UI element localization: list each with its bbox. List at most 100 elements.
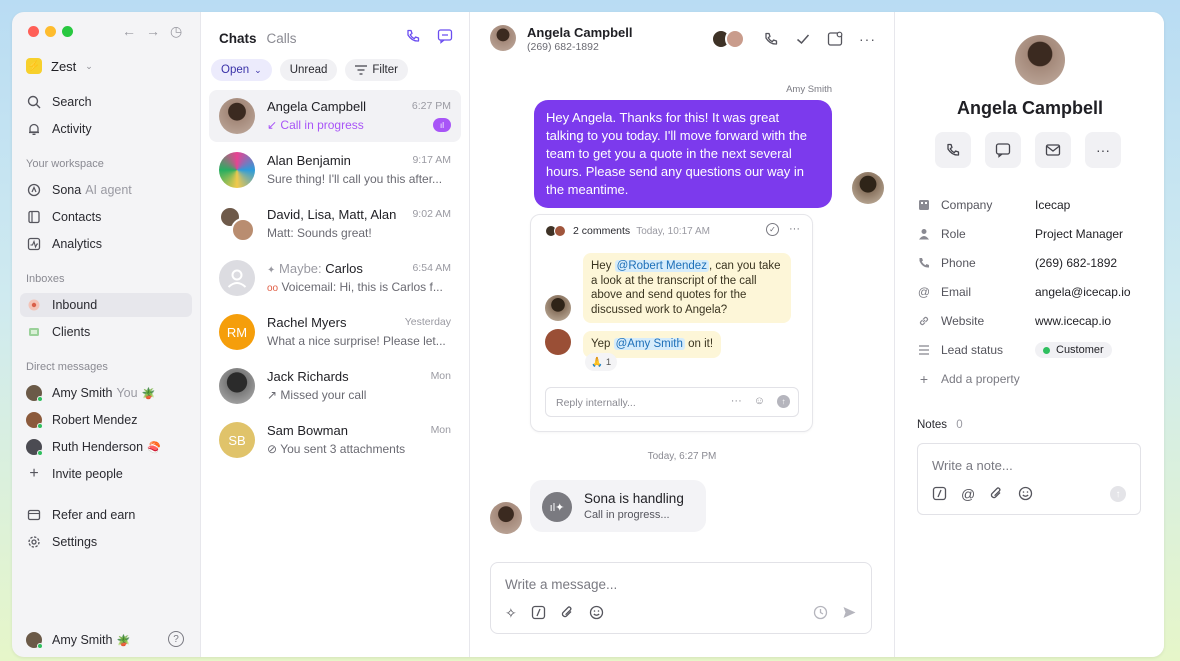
new-message-icon[interactable] (437, 28, 453, 44)
sidebar-item-label: Analytics (52, 237, 103, 251)
chat-row-jack-richards[interactable]: Jack Richards Mon ↗ Missed your call (209, 360, 461, 412)
note-send-icon[interactable]: ↑ (1110, 486, 1126, 502)
message-composer[interactable]: Write a message... ✧ (490, 562, 872, 634)
reply-more-icon[interactable]: ··· (731, 395, 742, 408)
chat-row-rachel-myers[interactable]: RM Rachel Myers Yesterday What a nice su… (209, 306, 461, 358)
sona-status-card[interactable]: ıl✦ Sona is handling Call in progress... (530, 480, 706, 532)
side-panel-icon[interactable] (827, 31, 843, 47)
unread-filter-chip[interactable]: Unread (279, 59, 338, 81)
settings-link[interactable]: Settings (20, 530, 192, 554)
workspace-switcher[interactable]: ⚡ Zest ⌄ (26, 58, 93, 74)
ai-sparkle-icon[interactable]: ✧ (505, 605, 517, 622)
mention-link[interactable]: @Amy Smith (613, 338, 685, 350)
current-user-menu[interactable]: Amy Smith 🪴 (20, 628, 192, 652)
avatar[interactable] (490, 25, 516, 51)
history-clock-icon[interactable]: ◷ (170, 23, 182, 40)
reply-internally-input[interactable]: Reply internally... ··· ☺ ↑ (545, 387, 799, 417)
emoji-icon[interactable] (589, 605, 604, 622)
mention-at-icon[interactable]: @ (961, 486, 975, 502)
paperclip-icon: ⊘ (267, 442, 278, 456)
contact-name[interactable]: Angela Campbell (527, 25, 632, 40)
chat-preview: What a nice surprise! Please let... (267, 334, 446, 348)
notes-header: Notes 0 (917, 419, 963, 431)
send-icon[interactable] (842, 605, 857, 620)
message-contact-button[interactable] (985, 132, 1021, 168)
note-input[interactable]: Write a note... @ ↑ (917, 443, 1141, 515)
email-contact-button[interactable] (1035, 132, 1071, 168)
sidebar-item-clients[interactable]: Clients (20, 320, 192, 344)
property-company[interactable]: Company Icecap (917, 195, 1153, 215)
refer-and-earn-link[interactable]: Refer and earn (20, 503, 192, 527)
sidebar-item-search[interactable]: Search (20, 90, 192, 114)
sidebar-item-activity[interactable]: Activity (20, 117, 192, 141)
chat-time: Yesterday (404, 316, 451, 328)
avatar (545, 295, 571, 321)
chat-row-angela-campbell[interactable]: Angela Campbell 6:27 PM ↙ Call in progre… (209, 90, 461, 142)
reaction-chip[interactable]: 🙏 1 (585, 353, 618, 371)
call-icon[interactable] (763, 31, 779, 47)
attachment-icon[interactable] (560, 605, 575, 622)
mention-link[interactable]: @Robert Mendez (614, 260, 709, 272)
attachment-icon[interactable] (989, 486, 1004, 502)
inbound-icon (26, 297, 42, 313)
dm-item-ruth-henderson[interactable]: Ruth Henderson 🍣 (20, 435, 192, 459)
sidebar-item-analytics[interactable]: Analytics (20, 232, 192, 256)
sidebar-item-inbound[interactable]: Inbound (20, 293, 192, 317)
sidebar-item-contacts[interactable]: Contacts (20, 205, 192, 229)
thread-more-icon[interactable]: ··· (789, 223, 800, 236)
check-icon[interactable] (795, 31, 811, 47)
slash-command-icon[interactable] (531, 605, 546, 622)
emoji-icon[interactable]: ☺ (754, 395, 765, 408)
new-call-icon[interactable] (405, 28, 421, 44)
filter-icon (355, 65, 368, 75)
clients-icon (26, 324, 42, 340)
more-options-icon[interactable]: ··· (859, 31, 876, 47)
chat-preview: ↙ Call in progress (267, 118, 453, 132)
property-email[interactable]: @ Email angela@icecap.io (917, 282, 1153, 302)
schedule-clock-icon[interactable] (813, 605, 828, 620)
property-website[interactable]: Website www.icecap.io (917, 311, 1153, 331)
dm-item-robert-mendez[interactable]: Robert Mendez (20, 408, 192, 432)
back-arrow-icon[interactable]: ← (122, 23, 136, 40)
property-lead-status[interactable]: Lead status Customer (917, 340, 1153, 360)
call-contact-button[interactable] (935, 132, 971, 168)
chat-preview: Matt: Sounds great! (267, 226, 372, 240)
sidebar-item-sona[interactable]: Sona AI agent (20, 178, 192, 202)
composer-send-tools (813, 605, 857, 620)
tab-calls[interactable]: Calls (267, 31, 297, 46)
chat-row-alan-benjamin[interactable]: Alan Benjamin 9:17 AM Sure thing! I'll c… (209, 144, 461, 196)
emoji-icon[interactable] (1018, 486, 1033, 502)
add-property-button[interactable]: + Add a property (917, 369, 1153, 389)
send-icon[interactable]: ↑ (777, 395, 790, 408)
open-filter-dropdown[interactable]: Open ⌄ (211, 59, 272, 81)
chat-preview-text: You sent 3 attachments (280, 442, 406, 456)
dm-label: Amy Smith (52, 386, 113, 400)
close-window-button[interactable] (28, 26, 39, 37)
composer-placeholder: Write a message... (505, 577, 618, 592)
sidebar-item-label: Activity (52, 122, 92, 136)
participants-avatars[interactable] (711, 29, 747, 49)
invite-people-button[interactable]: + Invite people (20, 462, 192, 486)
more-contact-actions-button[interactable]: ··· (1085, 132, 1121, 168)
zoom-window-button[interactable] (62, 26, 73, 37)
filter-button[interactable]: Filter (345, 59, 408, 81)
tab-chats[interactable]: Chats (219, 31, 257, 46)
minimize-window-button[interactable] (45, 26, 56, 37)
chat-row-group[interactable]: David, Lisa, Matt, Alan 9:02 AM Matt: So… (209, 198, 461, 250)
lead-status-badge[interactable]: Customer (1035, 342, 1112, 358)
outgoing-message[interactable]: Hey Angela. Thanks for this! It was grea… (534, 100, 832, 208)
app-window: ← → ◷ ⚡ Zest ⌄ Search Activity Your work… (12, 12, 1164, 657)
more-options-icon: ··· (1096, 142, 1110, 158)
reply-placeholder: Reply internally... (556, 397, 636, 409)
person-icon (917, 228, 931, 240)
help-icon[interactable]: ? (168, 631, 184, 647)
dm-item-amy-smith[interactable]: Amy Smith You 🪴 (20, 381, 192, 405)
property-phone[interactable]: Phone (269) 682-1892 (917, 253, 1153, 273)
chat-row-carlos[interactable]: ✦ Maybe: Carlos 6:54 AM oo Voicemail: Hi… (209, 252, 461, 304)
property-role[interactable]: Role Project Manager (917, 224, 1153, 244)
resolve-check-icon[interactable]: ✓ (766, 223, 779, 236)
forward-arrow-icon[interactable]: → (146, 23, 160, 40)
slash-command-icon[interactable] (932, 486, 947, 502)
live-call-badge-icon: ıl (433, 118, 451, 132)
chat-row-sam-bowman[interactable]: SB Sam Bowman Mon ⊘ You sent 3 attachmen… (209, 414, 461, 466)
